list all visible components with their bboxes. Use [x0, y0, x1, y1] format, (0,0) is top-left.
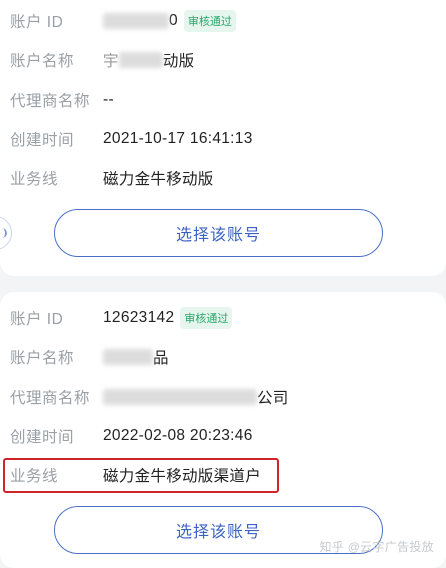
account-id-row: 账户 ID 12623142 审核通过	[0, 305, 446, 331]
business-line-row: 业务线 磁力金牛移动版	[0, 165, 446, 191]
agent-name-suffix: 公司	[257, 390, 289, 407]
created-time-value: 2022-02-08 20:23:46	[103, 427, 253, 444]
account-id-text: 12623142	[103, 309, 175, 326]
status-badge: 审核通过	[180, 307, 233, 329]
account-name-suffix: 动版	[162, 53, 195, 70]
account-name-value: 宇 动版	[103, 49, 194, 71]
agent-name-value: --	[103, 91, 114, 108]
created-time-row: 创建时间 2022-02-08 20:23:46	[0, 423, 446, 449]
created-time-label: 创建时间	[10, 132, 75, 149]
account-id-suffix: 0	[169, 12, 178, 29]
agent-name-label: 代理商名称	[10, 390, 91, 407]
account-name-row: 账户名称 品	[0, 344, 446, 370]
account-name-prefix: 宇	[103, 53, 119, 70]
agent-name-value: 公司	[103, 386, 289, 408]
created-time-row: 创建时间 2021-10-17 16:41:13	[0, 126, 446, 152]
business-line-label: 业务线	[10, 171, 59, 188]
created-time-label: 创建时间	[10, 429, 75, 446]
redacted-text	[103, 349, 153, 365]
redacted-text	[103, 389, 257, 405]
agent-name-label: 代理商名称	[10, 93, 91, 110]
status-badge: 审核通过	[183, 10, 236, 32]
account-id-row: 账户 ID 0 审核通过	[0, 8, 446, 34]
select-account-button[interactable]: 选择该账号	[54, 209, 383, 257]
created-time-value: 2021-10-17 16:41:13	[103, 130, 253, 147]
account-id-value: 0 审核通过	[103, 10, 236, 32]
account-id-value: 12623142 审核通过	[103, 307, 233, 329]
agent-name-row: 代理商名称 公司	[0, 384, 446, 410]
account-name-label: 账户名称	[10, 350, 75, 367]
watermark: 知乎 @云字广告投放	[319, 540, 434, 554]
account-name-value: 品	[103, 346, 169, 368]
business-line-value: 磁力金牛移动版	[103, 171, 214, 188]
account-name-label: 账户名称	[10, 53, 75, 70]
redacted-text	[118, 52, 163, 68]
account-id-label: 账户 ID	[10, 14, 64, 31]
account-id-label: 账户 ID	[10, 311, 64, 328]
account-name-row: 账户名称 宇 动版	[0, 47, 446, 73]
highlight-box	[3, 458, 279, 493]
redacted-text	[103, 13, 169, 29]
account-name-suffix: 品	[153, 350, 169, 367]
agent-name-row: 代理商名称 --	[0, 87, 446, 113]
